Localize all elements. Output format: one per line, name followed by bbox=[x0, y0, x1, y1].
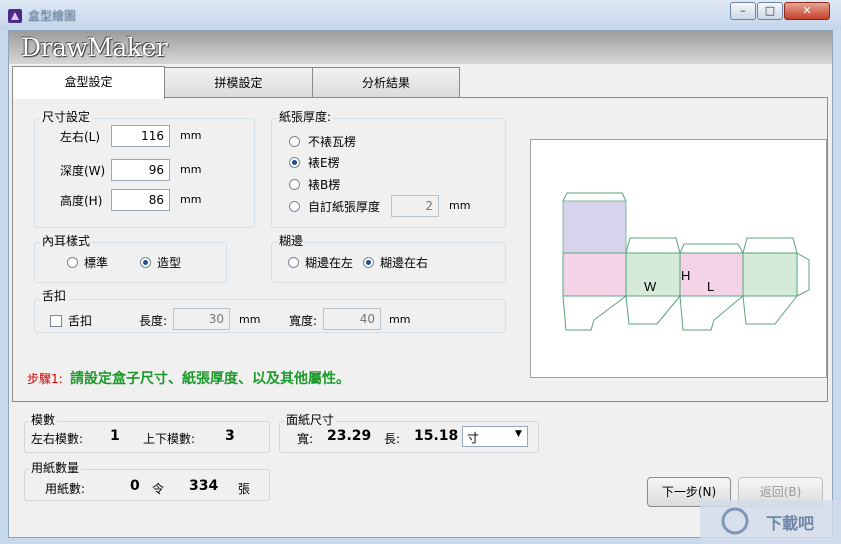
radio-label: 裱E楞 bbox=[308, 156, 340, 170]
radio-e-flute[interactable] bbox=[289, 157, 300, 168]
settings-panel: 尺寸設定 左右(L) 116 mm 深度(W) 96 mm 高度(H) 86 m… bbox=[12, 97, 828, 402]
watermark-logo-icon bbox=[721, 507, 749, 535]
width-unit: mm bbox=[180, 129, 202, 142]
ream-unit: 令 bbox=[152, 482, 165, 496]
lr-count-value: 1 bbox=[110, 428, 120, 444]
radio-no-corrugated[interactable] bbox=[289, 136, 300, 147]
box-preview: W H L bbox=[530, 139, 827, 378]
radio-label: 糊邊在右 bbox=[380, 256, 429, 270]
next-button-label: 下一步(N) bbox=[661, 485, 717, 499]
step-instruction: 請設定盒子尺寸、紙張厚度、以及其他屬性。 bbox=[70, 371, 350, 387]
lr-count-label: 左右模數: bbox=[31, 432, 84, 446]
layout-count-title: 模數 bbox=[29, 411, 58, 428]
radio-label: 標準 bbox=[84, 256, 109, 270]
radio-label: 裱B楞 bbox=[308, 178, 341, 192]
lock-width-input[interactable]: 40 bbox=[323, 308, 381, 330]
box-dieline bbox=[562, 192, 810, 331]
unit-select[interactable]: 寸 ▼ bbox=[462, 426, 528, 447]
radio-label: 糊邊在左 bbox=[305, 256, 354, 270]
lock-tab-checkbox[interactable] bbox=[50, 315, 62, 327]
watermark: 下載吧 bbox=[700, 500, 841, 544]
brand-logo: DrawMaker bbox=[21, 33, 168, 62]
chevron-down-icon: ▼ bbox=[515, 429, 522, 439]
lock-width-label: 寬度: bbox=[289, 314, 318, 328]
minimize-button[interactable]: – bbox=[730, 2, 756, 20]
l-dimension-label: L bbox=[707, 279, 714, 294]
lock-length-unit: mm bbox=[239, 313, 261, 326]
sheet-length-label: 長: bbox=[384, 432, 401, 446]
maximize-button[interactable]: □ bbox=[757, 2, 783, 20]
close-icon: ✕ bbox=[802, 4, 812, 17]
close-button[interactable]: ✕ bbox=[784, 2, 830, 20]
sheet-width-label: 寬: bbox=[297, 432, 314, 446]
depth-input[interactable]: 96 bbox=[111, 159, 170, 181]
sheet-size-title: 面紙尺寸 bbox=[284, 411, 337, 428]
unit-select-value: 寸 bbox=[467, 431, 480, 445]
sheet-count-unit: 張 bbox=[238, 482, 251, 496]
radio-label: 自訂紙張厚度 bbox=[308, 200, 381, 214]
sheet-width-value: 23.29 bbox=[327, 428, 372, 444]
tab-imposition-settings[interactable]: 拼模設定 bbox=[164, 67, 313, 97]
radio-glue-left[interactable] bbox=[288, 257, 299, 268]
brand-banner: DrawMaker bbox=[9, 31, 832, 64]
sheet-length-value: 15.18 bbox=[414, 428, 459, 444]
ud-count-value: 3 bbox=[225, 428, 235, 444]
paper-thickness-group bbox=[271, 118, 506, 228]
watermark-text: 下載吧 bbox=[766, 514, 815, 533]
w-dimension-label: W bbox=[644, 279, 657, 294]
inner-ear-title: 內耳樣式 bbox=[40, 232, 93, 249]
lock-width-unit: mm bbox=[389, 313, 411, 326]
back-button-label: 返回(B) bbox=[759, 485, 802, 499]
radio-label: 造型 bbox=[157, 256, 182, 270]
tab-label: 分析結果 bbox=[361, 76, 410, 90]
custom-thickness-input[interactable]: 2 bbox=[391, 195, 439, 217]
radio-standard[interactable] bbox=[67, 257, 78, 268]
paper-thickness-title: 紙張厚度: bbox=[277, 108, 334, 125]
app-window: 盒型繪圖 – □ ✕ DrawMaker 盒型設定 拼模設定 分析結果 尺寸設定… bbox=[0, 0, 841, 544]
lock-tab-group bbox=[34, 299, 506, 333]
tab-label: 拼模設定 bbox=[214, 76, 263, 90]
depth-unit: mm bbox=[180, 163, 202, 176]
radio-shaped[interactable] bbox=[140, 257, 151, 268]
tab-analysis-results[interactable]: 分析結果 bbox=[312, 67, 460, 97]
ream-value: 0 bbox=[130, 478, 140, 494]
tab-box-settings[interactable]: 盒型設定 bbox=[12, 66, 165, 99]
h-dimension-label: H bbox=[681, 268, 690, 283]
custom-thickness-unit: mm bbox=[449, 199, 471, 212]
maximize-icon: □ bbox=[764, 4, 776, 17]
title-bar: 盒型繪圖 – □ ✕ bbox=[0, 0, 841, 30]
radio-label: 不裱瓦楞 bbox=[308, 135, 357, 149]
lock-tab-title: 舌扣 bbox=[40, 287, 69, 304]
step-prefix: 步驟1: bbox=[27, 372, 63, 386]
sheet-count-value: 334 bbox=[189, 478, 219, 494]
radio-glue-right[interactable] bbox=[363, 257, 374, 268]
lock-length-input[interactable]: 30 bbox=[173, 308, 230, 330]
radio-b-flute[interactable] bbox=[289, 179, 300, 190]
ud-count-label: 上下模數: bbox=[143, 432, 196, 446]
box-dieline-drawing: W H L bbox=[562, 192, 810, 331]
app-icon bbox=[8, 9, 22, 23]
checkbox-label: 舌扣 bbox=[68, 314, 93, 328]
height-unit: mm bbox=[180, 193, 202, 206]
depth-label: 深度(W) bbox=[60, 164, 106, 178]
width-input[interactable]: 116 bbox=[111, 125, 170, 147]
minimize-icon: – bbox=[740, 4, 746, 17]
glue-flap-title: 糊邊 bbox=[277, 232, 306, 249]
width-label: 左右(L) bbox=[60, 130, 101, 144]
paper-usage-title: 用紙數量 bbox=[29, 459, 82, 476]
radio-custom-thickness[interactable] bbox=[289, 201, 300, 212]
client-area: DrawMaker 盒型設定 拼模設定 分析結果 尺寸設定 左右(L) 116 … bbox=[8, 30, 833, 538]
paper-usage-label: 用紙數: bbox=[45, 482, 86, 496]
window-title: 盒型繪圖 bbox=[28, 9, 77, 23]
height-input[interactable]: 86 bbox=[111, 189, 170, 211]
lock-length-label: 長度: bbox=[139, 314, 168, 328]
height-label: 高度(H) bbox=[60, 194, 103, 208]
tab-label: 盒型設定 bbox=[64, 75, 113, 89]
size-group-title: 尺寸設定 bbox=[40, 108, 93, 125]
